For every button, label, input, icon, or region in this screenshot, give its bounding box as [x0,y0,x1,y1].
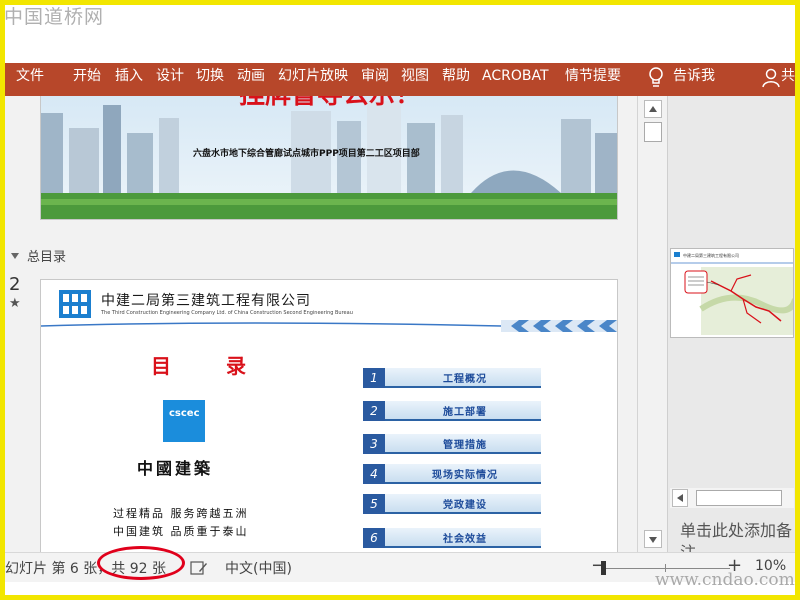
brand-name: 中國建築 [137,459,214,478]
toc-title: 目 录 [151,354,270,378]
toc-item: 4 现场实际情况 [363,464,541,484]
slide-6-preview[interactable]: 中建二局第三建筑工程有限公司 The Third Construction En… [40,279,618,552]
toc-number: 4 [363,464,385,484]
highlight-circle [97,546,185,580]
toc-item: 3 管理措施 [363,434,541,454]
arrow-down-icon [649,537,657,543]
arrow-up-icon [649,106,657,112]
toc-item: 5 党政建设 [363,494,541,514]
toc-number: 2 [363,401,385,421]
slide-5-heading: 挂牌督导公示！ [239,96,421,110]
motto-line-2: 中国建筑 品质重于泰山 [113,525,249,538]
zoom-slider-track[interactable] [602,568,730,569]
tab-transitions[interactable]: 切换 [196,63,224,96]
cscec-logo-text: cscec [169,408,200,419]
zoom-slider-thumb[interactable] [601,561,606,575]
vertical-scrollbar[interactable] [637,96,667,552]
horizontal-scrollbar[interactable] [670,488,794,508]
ribbon-tabs: 文件 开始 插入 设计 切换 动画 幻灯片放映 审阅 视图 帮助 ACROBAT… [5,63,795,96]
share-button[interactable]: 共 [781,63,795,96]
toc-label: 施工部署 [443,407,487,418]
tab-file[interactable]: 文件 [16,63,44,96]
map-image: 中建二局第三建筑工程有限公司 [671,249,793,337]
cscec-logo-icon [59,290,91,318]
arrow-left-icon [677,494,683,502]
slide-editor: 挂牌督导公示！ 六盘水市地下综合管廊试点城市PPP项目第二工区项目部 总目录 2… [5,96,637,552]
watermark-bottom: www.cndao.com [655,570,795,590]
animation-star-icon: ★ [9,296,21,311]
city-skyline-image: 挂牌督导公示！ 六盘水市地下综合管廊试点城市PPP项目第二工区项目部 [41,96,617,219]
slide-5-subtitle: 六盘水市地下综合管廊试点城市PPP项目第二工区项目部 [193,147,420,159]
toc-label: 管理措施 [443,440,487,451]
thumbnail-header: 中建二局第三建筑工程有限公司 [683,252,739,258]
cscec-brand-logo: cscec [163,400,205,442]
slide-number: 2 [9,274,21,295]
tell-me-search[interactable]: 告诉我 [673,63,715,96]
toc-item: 1 工程概况 [363,368,541,388]
toc-label: 工程概况 [443,374,487,385]
toc-number: 5 [363,494,385,514]
toc-number: 6 [363,528,385,548]
toc-label: 社会效益 [443,534,487,545]
watermark-top: 中国道桥网 [4,6,105,28]
scroll-left-button[interactable] [672,489,688,507]
scroll-up-button[interactable] [644,100,662,118]
toc-number: 3 [363,434,385,454]
lightbulb-icon[interactable] [648,67,664,89]
right-pane: 中建二局第三建筑工程有限公司 单击此处添加备注 [667,96,795,552]
tab-acrobat[interactable]: ACROBAT [482,63,549,96]
header-band [41,320,617,332]
tab-animations[interactable]: 动画 [237,63,265,96]
map-slide-thumbnail[interactable]: 中建二局第三建筑工程有限公司 [670,248,794,338]
motto-line-1: 过程精品 服务跨越五洲 [113,507,249,520]
section-header-toc[interactable]: 总目录 [11,246,66,265]
toc-label: 现场实际情况 [432,470,498,481]
notes-placeholder[interactable]: 单击此处添加备注 [680,520,796,552]
tab-view[interactable]: 视图 [401,63,429,96]
scroll-down-button[interactable] [644,530,662,548]
toc-item: 2 施工部署 [363,401,541,421]
section-name: 总目录 [27,250,67,265]
tab-review[interactable]: 审阅 [361,63,389,96]
toc-number: 1 [363,368,385,388]
tab-storyboard[interactable]: 情节提要 [565,63,621,96]
tab-design[interactable]: 设计 [156,63,184,96]
user-icon[interactable] [762,68,782,88]
language-indicator[interactable]: 中文(中国) [225,558,292,578]
tab-home[interactable]: 开始 [73,63,101,96]
scroll-thumb[interactable] [644,122,662,142]
tab-insert[interactable]: 插入 [115,63,143,96]
collapse-triangle-icon[interactable] [11,253,19,259]
notes-icon[interactable] [190,560,208,576]
slide-5-preview[interactable]: 挂牌督导公示！ 六盘水市地下综合管廊试点城市PPP项目第二工区项目部 [40,96,618,220]
toc-item: 6 社会效益 [363,528,541,548]
company-name: 中建二局第三建筑工程有限公司 [101,293,311,309]
hscroll-thumb[interactable] [696,490,782,506]
tab-help[interactable]: 帮助 [442,63,470,96]
company-name-english: The Third Construction Engineering Compa… [101,310,353,316]
toc-label: 党政建设 [443,500,487,511]
tab-slideshow[interactable]: 幻灯片放映 [278,63,348,96]
